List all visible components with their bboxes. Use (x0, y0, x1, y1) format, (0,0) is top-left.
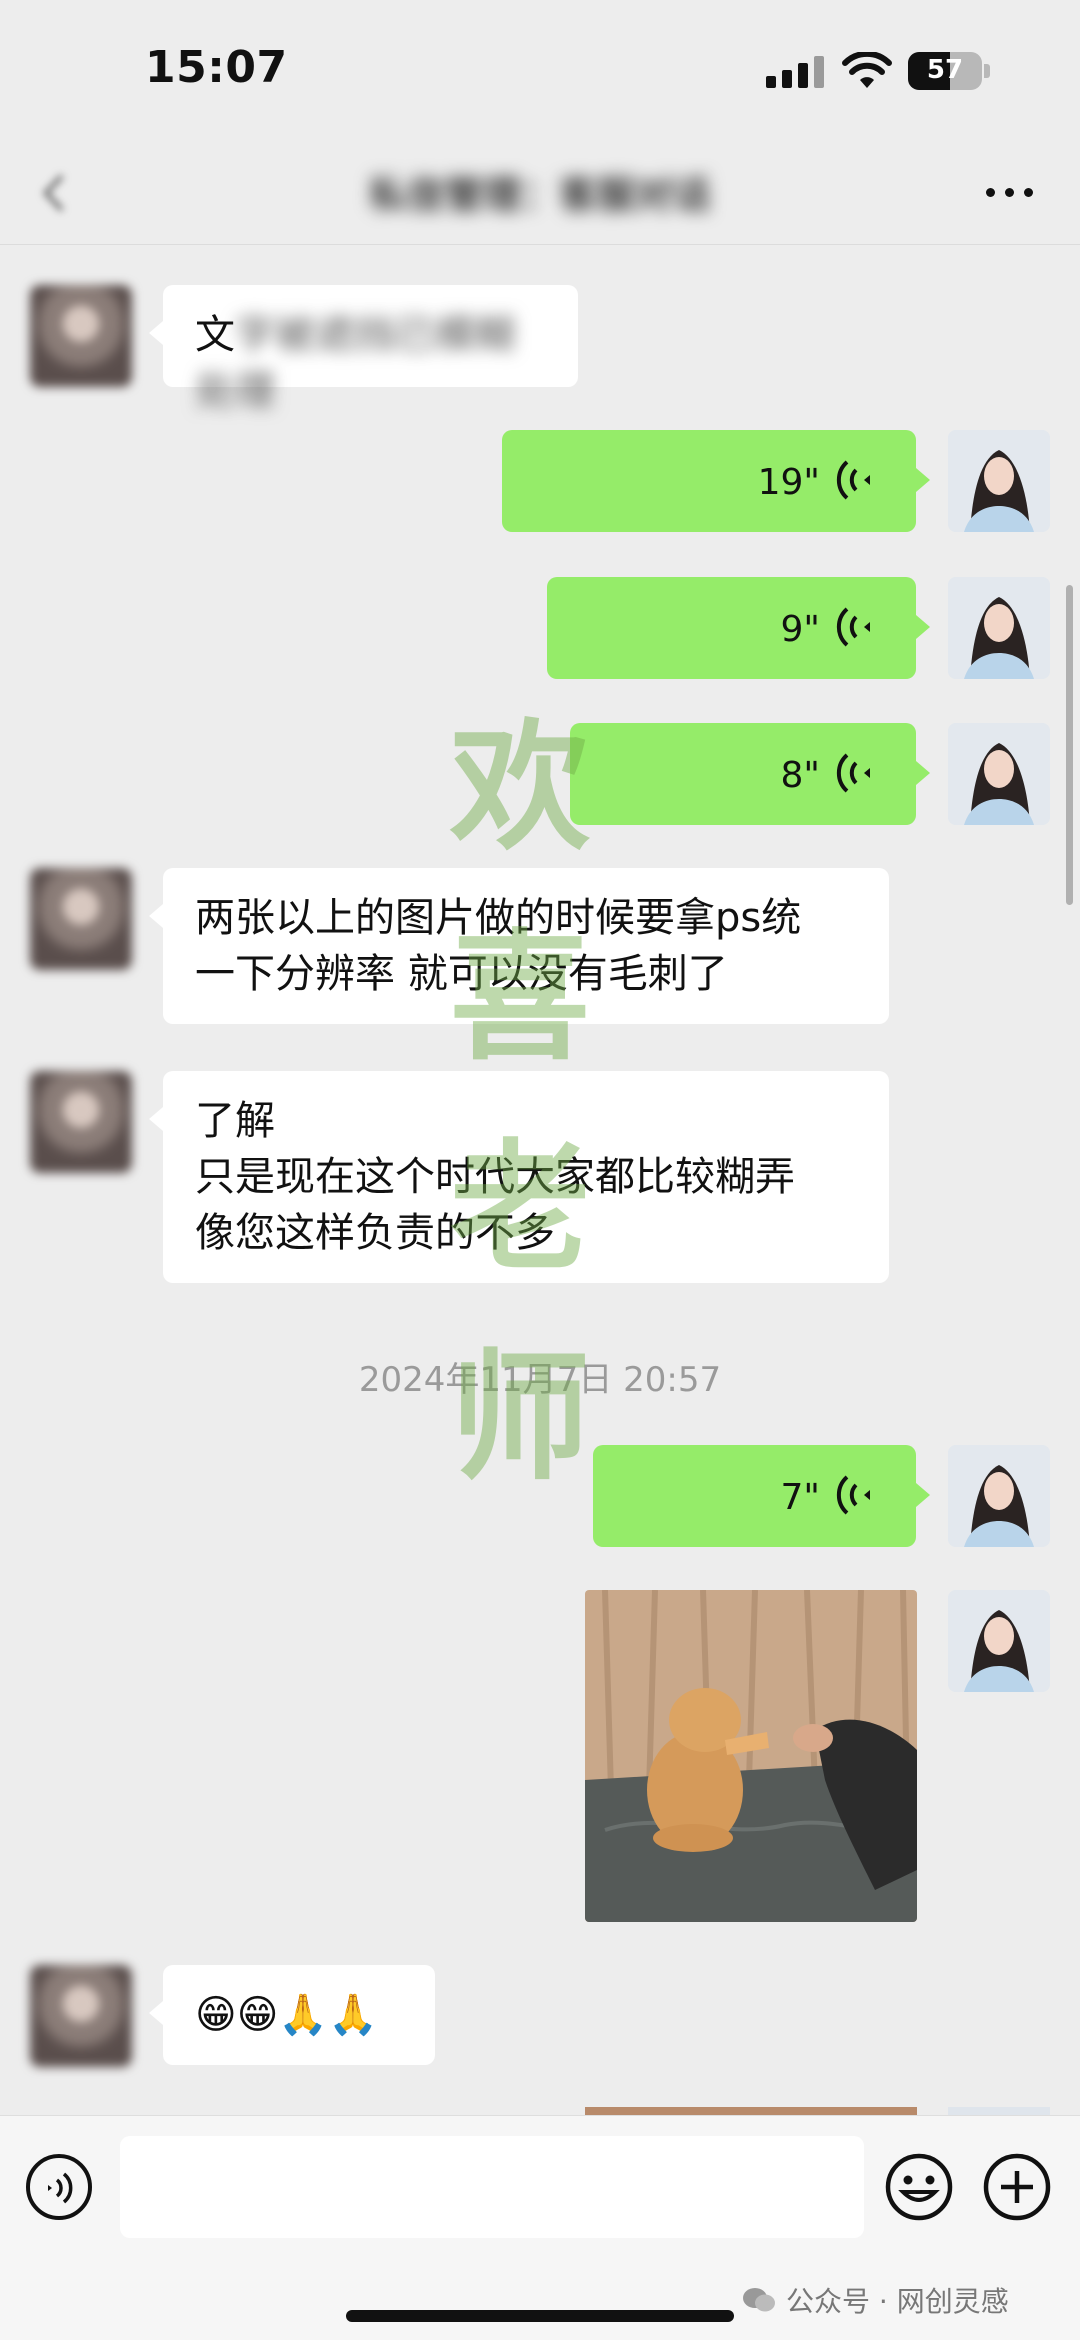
voice-message[interactable]: 19" (502, 430, 930, 532)
my-avatar[interactable] (948, 1445, 1050, 1547)
voice-wave-icon (836, 607, 870, 647)
message-line: 了解 (195, 1098, 275, 1144)
received-message[interactable]: 了解 只是现在这个时代大家都比较糊弄 像您这样负责的不多 (149, 1071, 889, 1283)
voice-duration: 8" (780, 755, 820, 796)
emoji-text: 😁😁🙏🙏 (195, 1992, 379, 2038)
blurred-text: 字被遮挡已模糊处理 (195, 312, 515, 414)
battery-tip (984, 64, 990, 78)
message-timestamp: 2024年11月7日 20:57 (358, 1360, 722, 1400)
message-line: 像您这样负责的不多 (195, 1210, 555, 1256)
battery-icon: 57 (908, 52, 982, 90)
contact-avatar[interactable] (30, 1965, 132, 2067)
chat-header: 私信管理：客服对话 (0, 140, 1080, 245)
status-bar: 15:07 57 (0, 0, 1080, 140)
wifi-icon (842, 52, 892, 88)
message-list[interactable]: 文字被遮挡已模糊处理 19" 9" 8" 两张以上的图片做的时候要拿ps统 一下… (0, 245, 1080, 2115)
status-time: 15:07 (145, 42, 288, 93)
image-message[interactable] (585, 1590, 917, 1922)
received-message[interactable]: 文字被遮挡已模糊处理 (149, 285, 578, 414)
my-avatar[interactable] (948, 723, 1050, 825)
voice-duration: 7" (780, 1477, 820, 1518)
emoji-button[interactable] (884, 2152, 954, 2222)
voice-wave-icon (836, 1475, 870, 1515)
more-icon (986, 188, 995, 197)
footer-credit-text: 公众号 · 网创灵感 (786, 2285, 1009, 2318)
voice-message[interactable]: 9" (547, 577, 930, 679)
voice-duration: 9" (780, 609, 820, 650)
cellular-signal-icon (766, 56, 824, 88)
message-line: 一下分辨率 就可以没有毛刺了 (195, 951, 728, 997)
my-avatar[interactable] (948, 577, 1050, 679)
contact-avatar[interactable] (30, 285, 132, 387)
voice-mode-icon (48, 2172, 73, 2204)
home-indicator[interactable] (346, 2310, 734, 2322)
wechat-icon (743, 2288, 775, 2312)
my-avatar[interactable] (948, 430, 1050, 532)
message-input[interactable] (120, 2136, 864, 2238)
contact-avatar[interactable] (30, 1071, 132, 1173)
message-line: 两张以上的图片做的时候要拿ps统 (195, 895, 802, 941)
battery-level: 57 (926, 55, 964, 85)
watermark-char: 师 (449, 1336, 590, 1500)
voice-wave-icon (836, 753, 870, 793)
voice-duration: 19" (757, 462, 820, 503)
received-message[interactable]: 两张以上的图片做的时候要拿ps统 一下分辨率 就可以没有毛刺了 (149, 868, 889, 1024)
voice-message[interactable]: 8" (570, 723, 930, 825)
received-message[interactable]: 😁😁🙏🙏 (149, 1965, 435, 2065)
my-avatar-partial (948, 2107, 1050, 2115)
my-avatar[interactable] (948, 1590, 1050, 1692)
contact-avatar[interactable] (30, 868, 132, 970)
chat-title: 私信管理：客服对话 (368, 173, 711, 217)
more-options-button[interactable] (980, 180, 1040, 204)
voice-message[interactable]: 7" (593, 1445, 930, 1547)
image-message-partial[interactable] (585, 2107, 917, 2115)
scrollbar[interactable] (1066, 585, 1073, 905)
voice-input-button[interactable] (26, 2154, 92, 2220)
footer-credit: 公众号 · 网创灵感 (742, 2280, 1009, 2320)
voice-wave-icon (836, 460, 870, 500)
more-functions-button[interactable] (982, 2152, 1052, 2222)
message-line: 只是现在这个时代大家都比较糊弄 (195, 1154, 795, 1200)
input-bar: 公众号 · 网创灵感 (0, 2115, 1080, 2340)
cat-photo (585, 1590, 917, 1922)
